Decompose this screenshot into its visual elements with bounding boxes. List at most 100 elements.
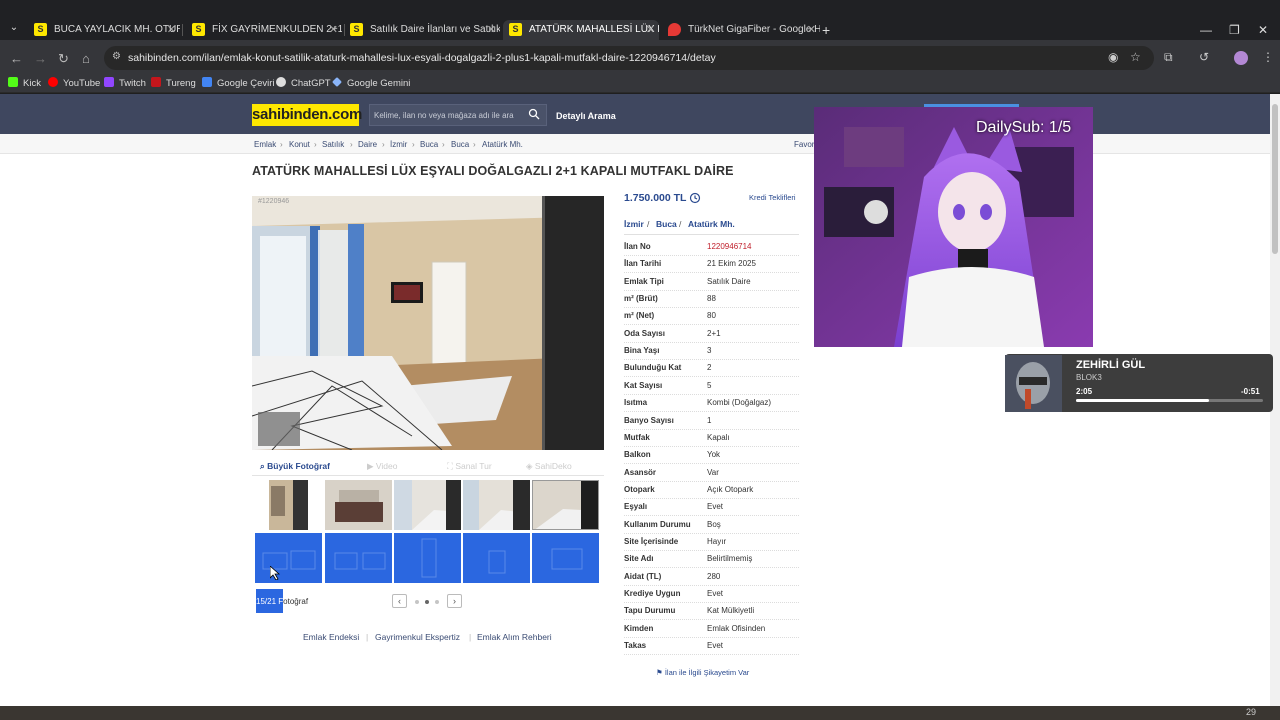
emlak-endeksi-link[interactable]: Emlak Endeksi: [303, 632, 359, 642]
crumb-izmir[interactable]: İzmir: [390, 140, 407, 149]
location-city[interactable]: İzmir: [624, 219, 644, 229]
page-dot[interactable]: [415, 600, 419, 604]
search-input[interactable]: [374, 108, 514, 122]
emlak-alim-rehberi-link[interactable]: Emlak Alım Rehberi: [477, 632, 552, 642]
new-tab-button[interactable]: +: [822, 20, 830, 40]
tab-3[interactable]: S Satılık Daire İlanları ve Satılık Ev✕: [344, 20, 500, 40]
thumbnail[interactable]: [394, 533, 461, 583]
gayrimenkul-ekspertiz-link[interactable]: Gayrimenkul Ekspertiz: [375, 632, 460, 642]
restore-icon[interactable]: ❐: [1229, 20, 1240, 40]
crumb-daire[interactable]: Daire: [358, 140, 377, 149]
thumbnail[interactable]: [463, 533, 530, 583]
search-icon[interactable]: [528, 108, 540, 120]
thumbnail[interactable]: [325, 480, 392, 530]
main-photo[interactable]: [252, 196, 604, 450]
home-icon[interactable]: ⌂: [82, 51, 90, 66]
back-icon[interactable]: ←: [10, 51, 23, 66]
detail-key: Site Adı: [624, 554, 654, 564]
tab-4-active[interactable]: S ATATÜRK MAHALLESİ LÜX EŞYA✕: [503, 20, 659, 40]
photo-id-watermark: #1220946: [258, 198, 290, 205]
thumb-next-button[interactable]: ›: [447, 594, 462, 608]
close-icon[interactable]: ✕: [646, 20, 655, 40]
minimize-icon[interactable]: —: [1200, 20, 1212, 40]
sahibinden-favicon: S: [192, 23, 205, 36]
thumbnail[interactable]: [255, 480, 322, 530]
extensions-icon[interactable]: ⧉: [1164, 50, 1173, 65]
crumb-buca[interactable]: Buca: [420, 140, 438, 149]
close-icon[interactable]: ✕: [167, 20, 176, 40]
bookmark-youtube[interactable]: YouTube: [48, 77, 100, 89]
close-icon[interactable]: ✕: [329, 20, 338, 40]
location-neighborhood[interactable]: Atatürk Mh.: [688, 219, 735, 229]
page-dot[interactable]: [435, 600, 439, 604]
tab-5[interactable]: TürkNet GigaFiber - Google Ha ✕: [662, 20, 820, 40]
kredi-teklifleri-link[interactable]: Kredi Teklifleri: [749, 193, 796, 202]
song-progress-fill: [1076, 399, 1209, 402]
divider: [624, 234, 799, 235]
detail-key: Bina Yaşı: [624, 346, 660, 356]
price-history-icon[interactable]: [689, 192, 701, 204]
thumb-prev-button[interactable]: ‹: [392, 594, 407, 608]
site-logo[interactable]: sahibinden.com: [252, 104, 362, 126]
detail-value: 2: [707, 363, 712, 373]
thumbnail[interactable]: [463, 480, 530, 530]
reload-icon[interactable]: ↻: [58, 51, 69, 67]
detail-key: İlan Tarihi: [624, 259, 662, 269]
crumb-emlak[interactable]: Emlak: [254, 140, 276, 149]
detail-row: Bulunduğu Kat 2: [624, 360, 799, 378]
tab-label: Video: [375, 461, 398, 471]
detail-key: Banyo Sayısı: [624, 415, 674, 425]
close-icon[interactable]: ✕: [487, 20, 496, 40]
close-icon[interactable]: ✕: [807, 20, 816, 40]
site-settings-icon[interactable]: ⚙: [112, 51, 121, 62]
bookmark-chatgpt[interactable]: ChatGPT: [276, 77, 331, 89]
forward-icon[interactable]: →: [34, 51, 47, 66]
large-photo-tab[interactable]: ⌕ Büyük Fotoğraf: [260, 461, 330, 472]
history-icon[interactable]: ↺: [1199, 50, 1209, 64]
profile-avatar[interactable]: [1234, 51, 1248, 65]
detailed-search-link[interactable]: Detaylı Arama: [556, 111, 616, 121]
thumbnail-selected[interactable]: [532, 480, 599, 530]
detail-value: 80: [707, 311, 716, 321]
crumb-buca-district[interactable]: Buca: [451, 140, 469, 149]
detail-value: 2+1: [707, 328, 721, 338]
counter-rest: otoğraf: [283, 597, 309, 606]
scrollbar-thumb[interactable]: [1272, 104, 1278, 254]
eye-off-icon[interactable]: ◉: [1108, 50, 1118, 64]
bookmark-twitch[interactable]: Twitch: [104, 77, 146, 89]
crumb-konut[interactable]: Konut: [289, 140, 310, 149]
bookmark-kick[interactable]: Kick: [8, 77, 41, 89]
crumb-satilik[interactable]: Satılık: [322, 140, 344, 149]
bookmark-tureng[interactable]: Tureng: [151, 77, 196, 89]
tab-label: Sanal Tur: [455, 461, 492, 471]
complaint-link[interactable]: ⚑ İlan ile İlgili Şikayetim Var: [656, 668, 749, 677]
location-district[interactable]: Buca: [656, 219, 677, 229]
thumbnail[interactable]: [394, 480, 461, 530]
thumbnail[interactable]: [255, 533, 322, 583]
close-window-icon[interactable]: ✕: [1258, 20, 1268, 40]
crumb-ataturk[interactable]: Atatürk Mh.: [482, 140, 523, 149]
crumb-separator: ›: [350, 140, 353, 149]
thumb-image: [325, 480, 392, 530]
url-text[interactable]: sahibinden.com/ilan/emlak-konut-satilik-…: [128, 52, 716, 64]
sahideko-tab: ◈ SahiDeko: [526, 461, 572, 472]
detail-value: Var: [707, 467, 719, 477]
thumb-image: [551, 548, 583, 570]
bookmark-google-ceviri[interactable]: Google Çeviri: [202, 77, 275, 89]
tab-search-icon[interactable]: ⌄: [6, 20, 22, 36]
thumbnail[interactable]: [532, 533, 599, 583]
tab-2[interactable]: S FİX GAYRİMENKULDEN 2+1 EŞY✕: [186, 20, 342, 40]
detail-key: Kat Sayısı: [624, 380, 663, 390]
bookmark-google-gemini[interactable]: Google Gemini: [332, 77, 410, 89]
album-art: [1005, 355, 1062, 412]
thumbnail[interactable]: [325, 533, 392, 583]
page-dot-active[interactable]: [425, 600, 429, 604]
favorites-link[interactable]: Favori: [794, 140, 816, 149]
deko-icon: ◈: [526, 461, 535, 471]
tab-1[interactable]: S BUCA YAYLACIK MH. OTURUMLU✕: [28, 20, 180, 40]
detail-row: Kat Sayısı 5: [624, 378, 799, 395]
bookmark-star-icon[interactable]: ☆: [1130, 50, 1141, 64]
tab-divider: [182, 24, 183, 36]
search-box[interactable]: [369, 104, 547, 126]
menu-icon[interactable]: ⋮: [1262, 50, 1274, 64]
